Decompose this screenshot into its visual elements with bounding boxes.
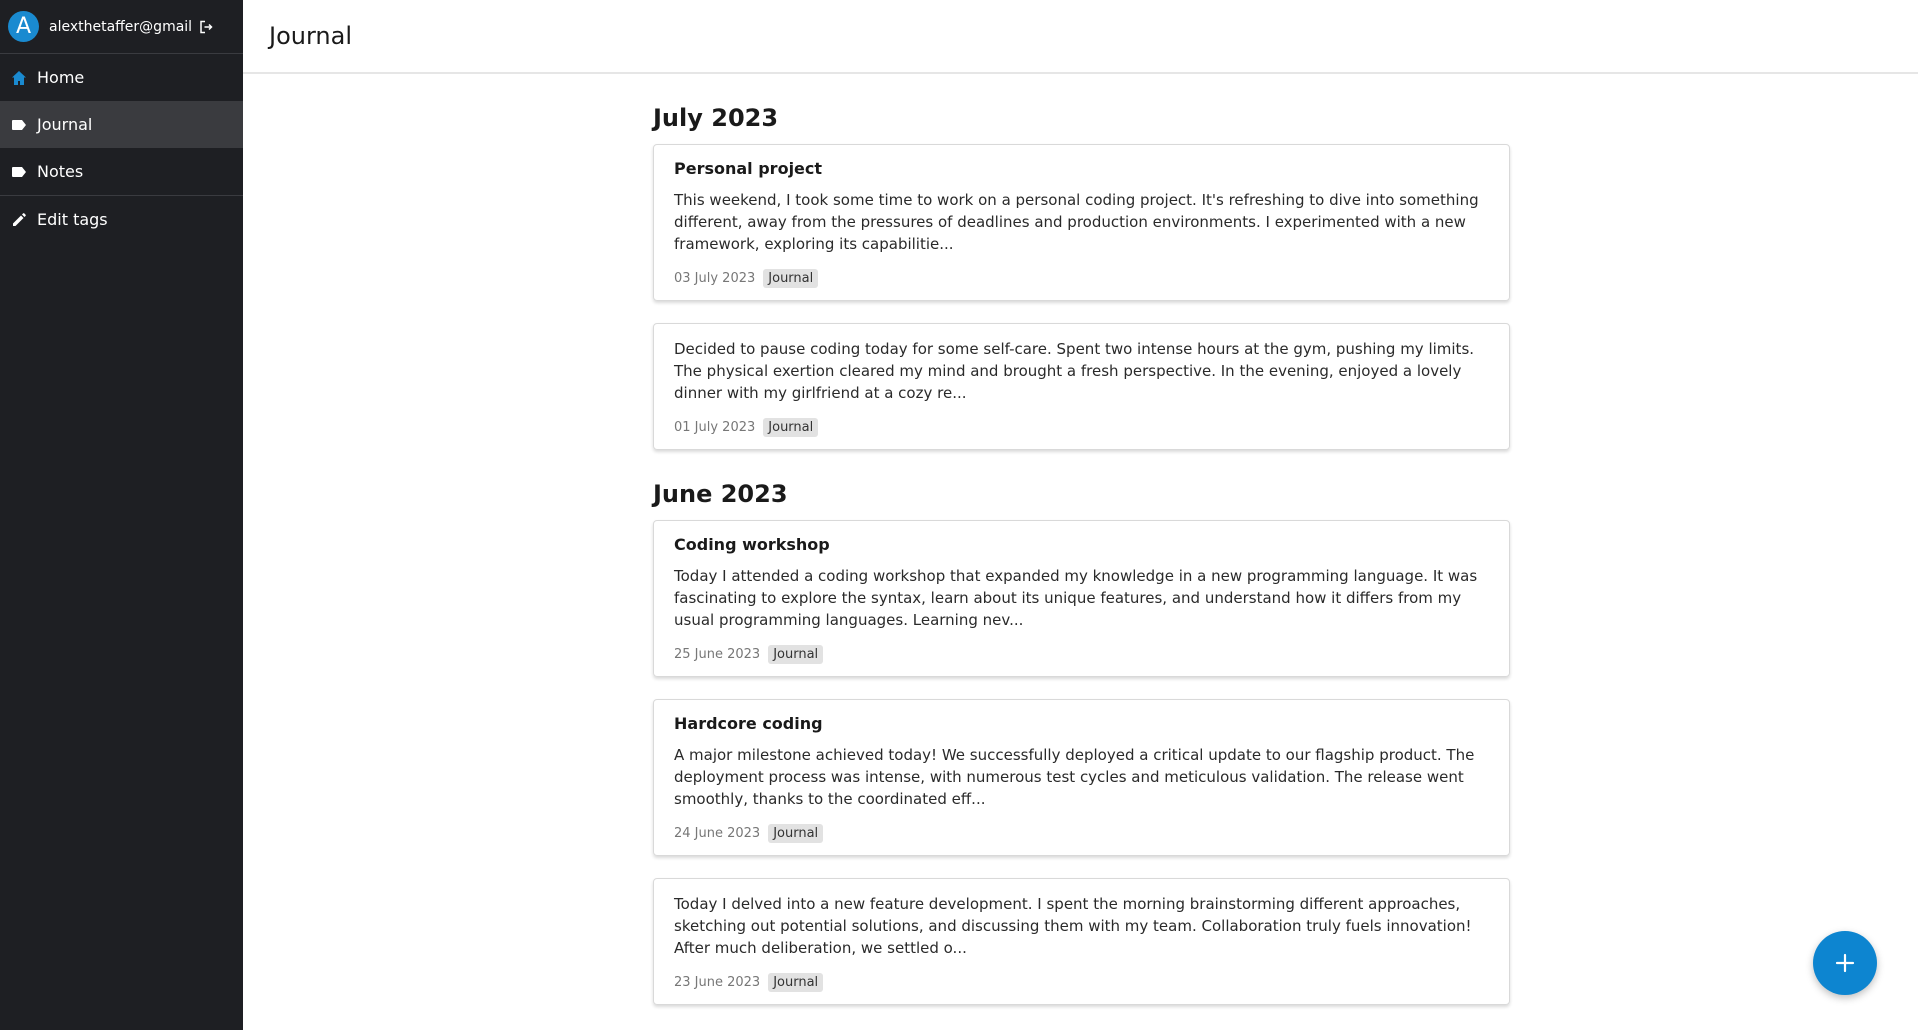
entry-excerpt: This weekend, I took some time to work o… xyxy=(674,191,1479,253)
entry-date: 03 July 2023 xyxy=(674,271,756,286)
sidebar-item-journal[interactable]: Journal xyxy=(0,101,243,148)
logout-icon[interactable] xyxy=(199,19,215,35)
entry-date: 24 June 2023 xyxy=(674,826,761,841)
entry-title: Personal project xyxy=(674,159,823,178)
entry-tag[interactable]: Journal xyxy=(763,269,819,288)
plus-icon xyxy=(1835,953,1855,973)
month-heading: June 2023 xyxy=(653,480,788,508)
account-bar: A alexthetaffer@gmail.com xyxy=(0,0,243,54)
entry-meta: 01 July 2023 Journal xyxy=(674,418,1489,437)
sidebar-item-label: Notes xyxy=(37,162,84,181)
add-entry-button[interactable] xyxy=(1813,931,1877,995)
journal-entry-card[interactable]: Decided to pause coding today for some s… xyxy=(653,323,1510,450)
page-title: Journal xyxy=(269,22,353,50)
entry-excerpt: Today I delved into a new feature develo… xyxy=(674,895,1472,957)
sidebar-item-notes[interactable]: Notes xyxy=(0,148,243,195)
month-heading: July 2023 xyxy=(653,104,779,132)
entry-title: Coding workshop xyxy=(674,535,830,554)
sidebar: A alexthetaffer@gmail.com Home Journal N… xyxy=(0,0,243,1030)
sidebar-item-home[interactable]: Home xyxy=(0,54,243,101)
entry-tag[interactable]: Journal xyxy=(763,418,819,437)
sidebar-item-label: Edit tags xyxy=(37,210,108,229)
entry-tag[interactable]: Journal xyxy=(768,973,824,992)
month-group: July 2023 Personal project This weekend,… xyxy=(653,104,1510,450)
month-group: June 2023 Coding workshop Today I attend… xyxy=(653,480,1510,1005)
home-icon xyxy=(10,69,28,87)
entry-date: 01 July 2023 xyxy=(674,420,756,435)
entry-meta: 23 June 2023 Journal xyxy=(674,973,1489,992)
entry-excerpt: Decided to pause coding today for some s… xyxy=(674,340,1475,402)
entry-tag[interactable]: Journal xyxy=(768,645,824,664)
tag-icon xyxy=(10,163,28,181)
entry-title: Hardcore coding xyxy=(674,714,823,733)
sidebar-item-edit-tags[interactable]: Edit tags xyxy=(0,196,243,243)
sidebar-item-label: Home xyxy=(37,68,85,87)
journal-entry-card[interactable]: Personal project This weekend, I took so… xyxy=(653,144,1510,301)
journal-list: July 2023 Personal project This weekend,… xyxy=(653,74,1510,1027)
journal-entry-card[interactable]: Coding workshop Today I attended a codin… xyxy=(653,520,1510,677)
entry-meta: 03 July 2023 Journal xyxy=(674,269,1489,288)
pencil-icon xyxy=(10,211,28,229)
entry-date: 23 June 2023 xyxy=(674,975,761,990)
entry-excerpt: A major milestone achieved today! We suc… xyxy=(674,746,1475,808)
sidebar-item-label: Journal xyxy=(37,115,93,134)
entry-meta: 24 June 2023 Journal xyxy=(674,824,1489,843)
top-bar: Journal xyxy=(243,0,1918,74)
tag-icon xyxy=(10,116,28,134)
entry-date: 25 June 2023 xyxy=(674,647,761,662)
entry-tag[interactable]: Journal xyxy=(768,824,824,843)
journal-entry-card[interactable]: Hardcore coding A major milestone achiev… xyxy=(653,699,1510,856)
journal-entry-card[interactable]: Today I delved into a new feature develo… xyxy=(653,878,1510,1005)
avatar[interactable]: A xyxy=(8,11,39,42)
entry-excerpt: Today I attended a coding workshop that … xyxy=(674,567,1478,629)
entry-meta: 25 June 2023 Journal xyxy=(674,645,1489,664)
account-email: alexthetaffer@gmail.com xyxy=(49,18,192,35)
